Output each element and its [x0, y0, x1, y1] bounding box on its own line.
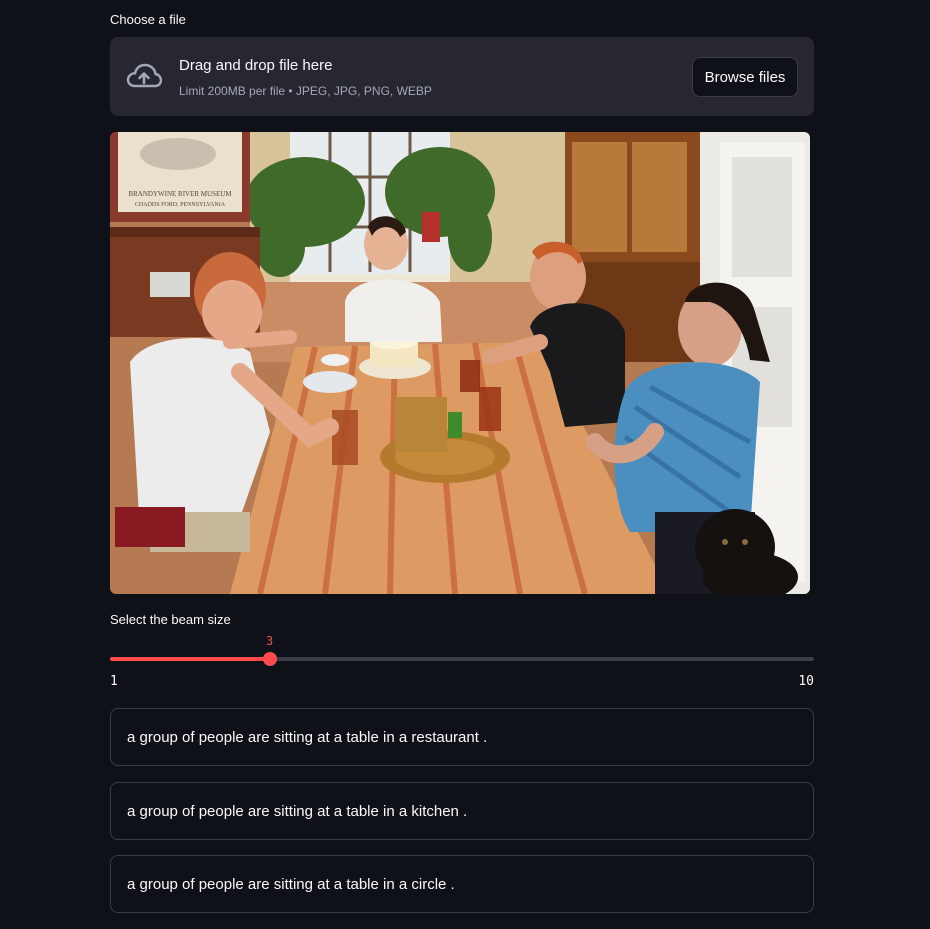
slider-thumb[interactable] — [263, 652, 277, 666]
slider-min-label: 1 — [110, 674, 118, 689]
slider-max-label: 10 — [798, 674, 814, 689]
file-dropzone[interactable]: Drag and drop file here Limit 200MB per … — [110, 37, 814, 116]
beam-size-label: Select the beam size — [110, 612, 231, 627]
dropzone-limit-text: Limit 200MB per file • JPEG, JPG, PNG, W… — [179, 84, 432, 98]
poster-text-line2: CHADDS FORD, PENNSYLVANIA — [135, 202, 226, 208]
caption-result-3: a group of people are sitting at a table… — [110, 855, 814, 913]
beam-size-slider[interactable] — [110, 652, 814, 666]
dropzone-title: Drag and drop file here — [179, 57, 333, 74]
caption-result-1: a group of people are sitting at a table… — [110, 708, 814, 766]
cloud-upload-icon — [126, 63, 162, 88]
browse-files-button[interactable]: Browse files — [692, 57, 798, 97]
poster-text-line1: BRANDYWINE RIVER MUSEUM — [128, 190, 232, 198]
caption-result-2: a group of people are sitting at a table… — [110, 782, 814, 840]
slider-fill — [110, 657, 270, 661]
uploader-label: Choose a file — [110, 12, 186, 27]
uploaded-image: BRANDYWINE RIVER MUSEUM CHADDS FORD, PEN… — [110, 132, 810, 594]
slider-current-value: 3 — [266, 634, 274, 648]
